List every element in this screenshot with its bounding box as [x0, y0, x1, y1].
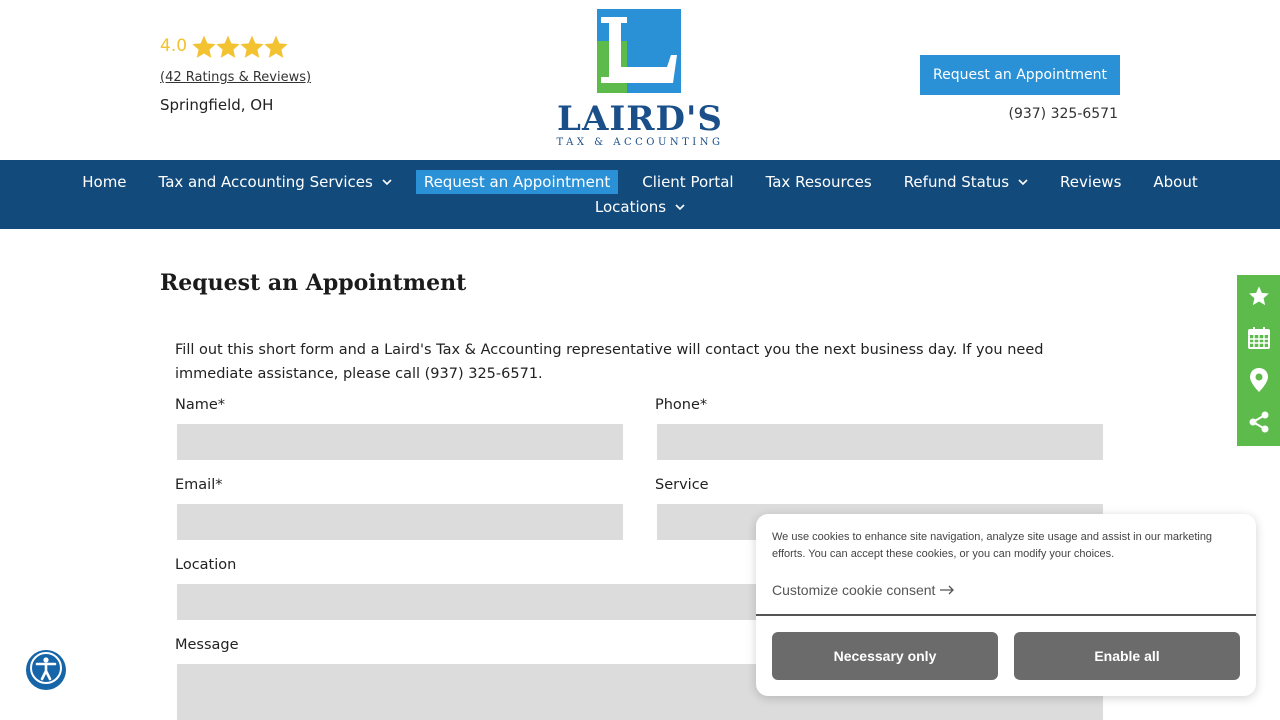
- star-icon: [239, 34, 264, 58]
- enable-all-button[interactable]: Enable all: [1014, 632, 1240, 680]
- nav-item-label: Client Portal: [642, 173, 734, 191]
- service-label: Service: [655, 477, 709, 493]
- nav-item-label: Tax Resources: [765, 173, 872, 191]
- nav-item-label: Locations: [594, 198, 667, 216]
- quick-actions-sidebar: [1237, 275, 1280, 446]
- schedule-button[interactable]: [1237, 317, 1280, 359]
- star-icon: [263, 34, 288, 58]
- nav-item-locations[interactable]: Locations: [587, 195, 693, 219]
- nav-item-services[interactable]: Tax and Accounting Services: [151, 170, 400, 194]
- email-field[interactable]: [177, 504, 623, 540]
- nav-item-request-appointment[interactable]: Request an Appointment: [415, 170, 619, 194]
- nav-item-label: Refund Status: [903, 173, 1010, 191]
- share-button[interactable]: [1237, 401, 1280, 443]
- nav-item-about[interactable]: About: [1145, 170, 1205, 194]
- nav-item-label: Home: [82, 173, 127, 191]
- cookie-message: We use cookies to enhance site navigatio…: [772, 531, 1213, 560]
- nav-item-label: Request an Appointment: [423, 173, 611, 191]
- accessibility-icon: [29, 651, 63, 689]
- phone-number-link[interactable]: (937) 325-6571: [920, 106, 1119, 122]
- star-icon: [191, 34, 216, 58]
- request-appointment-button[interactable]: Request an Appointment: [920, 55, 1120, 95]
- share-icon: [1248, 411, 1270, 433]
- nav-row: Locations: [0, 195, 1280, 219]
- main-navigation: Home Tax and Accounting Services Request…: [0, 160, 1280, 229]
- name-field[interactable]: [177, 424, 623, 460]
- chevron-down-icon: [1018, 177, 1028, 187]
- company-logo[interactable]: LAIRD'S TAX & ACCOUNTING: [546, 9, 734, 151]
- nav-row: Home Tax and Accounting Services Request…: [0, 170, 1280, 194]
- location-text: Springfield, OH: [160, 96, 274, 114]
- customize-cookie-link[interactable]: Customize cookie consent: [772, 582, 955, 598]
- star-icon: [215, 34, 240, 58]
- site-header: 4.0 (42 Ratings & Reviews) Springfield, …: [0, 0, 1280, 160]
- phone-field[interactable]: [657, 424, 1103, 460]
- chevron-down-icon: [382, 177, 392, 187]
- nav-item-label: Reviews: [1060, 173, 1122, 191]
- nav-item-tax-resources[interactable]: Tax Resources: [758, 170, 880, 194]
- chevron-down-icon: [675, 202, 685, 212]
- location-label: Location: [175, 557, 237, 573]
- map-pin-icon: [1248, 367, 1270, 393]
- arrow-right-icon: [935, 582, 955, 598]
- calendar-icon: [1247, 327, 1270, 349]
- page-title: Request an Appointment: [160, 270, 467, 296]
- rating-summary: 4.0: [160, 34, 288, 58]
- nav-item-client-portal[interactable]: Client Portal: [634, 170, 741, 194]
- nav-item-label: Tax and Accounting Services: [158, 173, 373, 191]
- phone-label: Phone*: [655, 397, 708, 413]
- nav-item-home[interactable]: Home: [74, 170, 134, 194]
- logo-mark-icon: [597, 9, 681, 93]
- email-label: Email*: [175, 477, 223, 493]
- name-label: Name*: [175, 397, 226, 413]
- nav-item-label: About: [1153, 173, 1198, 191]
- cookie-consent-banner: We use cookies to enhance site navigatio…: [756, 514, 1256, 696]
- star-icon: [1248, 285, 1270, 307]
- intro-text: Fill out this short form and a Laird's T…: [175, 342, 1044, 382]
- directions-button[interactable]: [1237, 359, 1280, 401]
- logo-wordmark: LAIRD'S: [557, 99, 723, 139]
- nav-item-reviews[interactable]: Reviews: [1052, 170, 1129, 194]
- nav-item-refund-status[interactable]: Refund Status: [896, 170, 1036, 194]
- divider: [756, 614, 1256, 616]
- reviews-link[interactable]: (42 Ratings & Reviews): [160, 70, 311, 85]
- logo-tagline: TAX & ACCOUNTING: [556, 137, 724, 148]
- message-label: Message: [175, 637, 239, 653]
- rating-score: 4.0: [160, 36, 188, 56]
- reviews-star-button[interactable]: [1237, 275, 1280, 317]
- rating-stars: [191, 34, 288, 58]
- necessary-only-button[interactable]: Necessary only: [772, 632, 998, 680]
- accessibility-button[interactable]: [26, 650, 66, 690]
- customize-cookie-label: Customize cookie consent: [772, 582, 936, 598]
